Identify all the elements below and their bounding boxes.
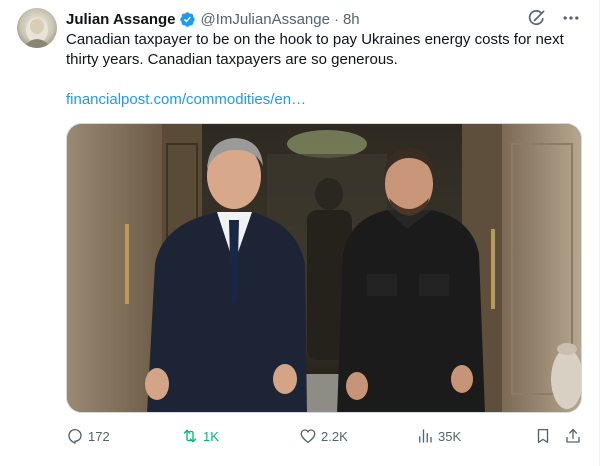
bookmark-icon xyxy=(534,427,552,445)
repost-icon xyxy=(181,427,199,445)
views-icon xyxy=(416,427,434,445)
separator-dot: · xyxy=(333,10,339,28)
reply-icon xyxy=(66,427,84,445)
reply-button[interactable]: 172 xyxy=(66,425,110,447)
verified-badge-icon xyxy=(179,11,196,28)
tweet-link[interactable]: financialpost.com/commodities/en… xyxy=(66,90,306,110)
author-name[interactable]: Julian Assange xyxy=(66,11,175,28)
tweet-top-actions xyxy=(527,8,581,28)
avatar[interactable] xyxy=(17,8,57,48)
grok-icon[interactable] xyxy=(527,8,547,28)
like-button[interactable]: 2.2K xyxy=(299,425,348,447)
tweet-header: Julian Assange @ImJulianAssange · 8h xyxy=(66,9,360,29)
tweet-actions-bar: 172 1K 2.2K 35K xyxy=(66,425,586,447)
author-handle[interactable]: @ImJulianAssange xyxy=(200,11,329,28)
share-button[interactable] xyxy=(564,425,582,447)
like-icon xyxy=(299,427,317,445)
reply-count: 172 xyxy=(88,428,110,444)
bookmark-button[interactable] xyxy=(534,425,552,447)
views-button[interactable]: 35K xyxy=(416,425,461,447)
tweet-timestamp[interactable]: 8h xyxy=(343,11,360,28)
tweet[interactable]: Julian Assange @ImJulianAssange · 8h Can… xyxy=(0,0,600,466)
tweet-text: Canadian taxpayer to be on the hook to p… xyxy=(66,31,564,68)
repost-count: 1K xyxy=(203,428,219,444)
views-count: 35K xyxy=(438,428,462,444)
tweet-media-photo[interactable] xyxy=(66,123,582,413)
repost-button[interactable]: 1K xyxy=(181,425,219,447)
share-icon xyxy=(564,427,582,445)
more-icon[interactable] xyxy=(561,8,581,28)
like-count: 2.2K xyxy=(321,428,348,444)
